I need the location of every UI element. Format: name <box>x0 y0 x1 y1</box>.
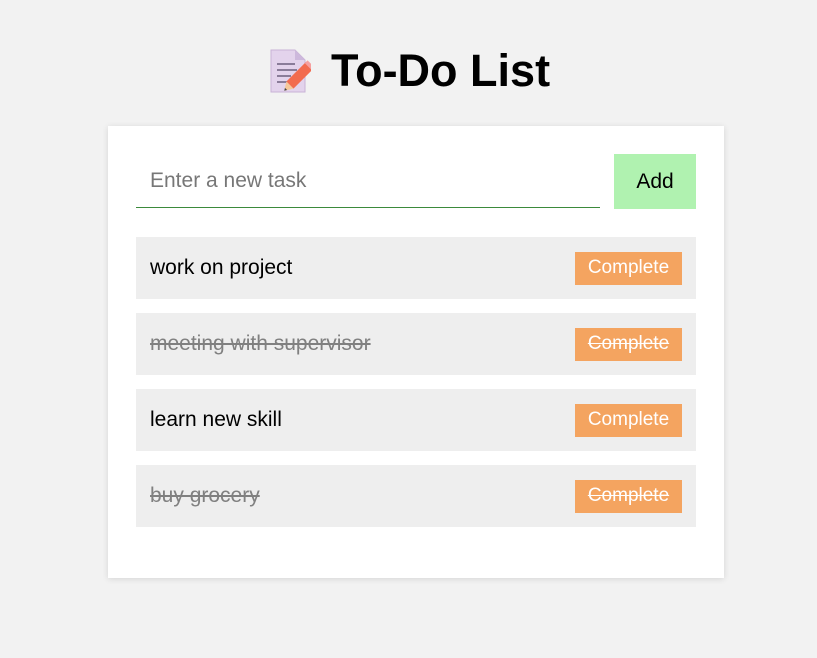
complete-button[interactable]: Complete <box>575 403 682 437</box>
todo-card: Add work on project Complete meeting wit… <box>108 126 724 578</box>
input-row: Add <box>136 154 696 209</box>
task-text: work on project <box>150 256 293 279</box>
task-text: learn new skill <box>150 408 282 431</box>
new-task-input[interactable] <box>136 154 600 208</box>
task-text: meeting with supervisor <box>150 332 371 355</box>
header: To-Do List <box>0 44 817 98</box>
task-item: meeting with supervisor Complete <box>136 313 696 375</box>
complete-button[interactable]: Complete <box>575 479 682 513</box>
task-text: buy grocery <box>150 484 260 507</box>
page-title: To-Do List <box>330 45 551 96</box>
add-button[interactable]: Add <box>614 154 696 209</box>
task-item: learn new skill Complete <box>136 389 696 451</box>
memo-pencil-icon <box>267 46 315 96</box>
complete-button[interactable]: Complete <box>575 327 682 361</box>
complete-button[interactable]: Complete <box>575 251 682 285</box>
task-item: buy grocery Complete <box>136 465 696 527</box>
task-item: work on project Complete <box>136 237 696 299</box>
task-list: work on project Complete meeting with su… <box>136 237 696 541</box>
